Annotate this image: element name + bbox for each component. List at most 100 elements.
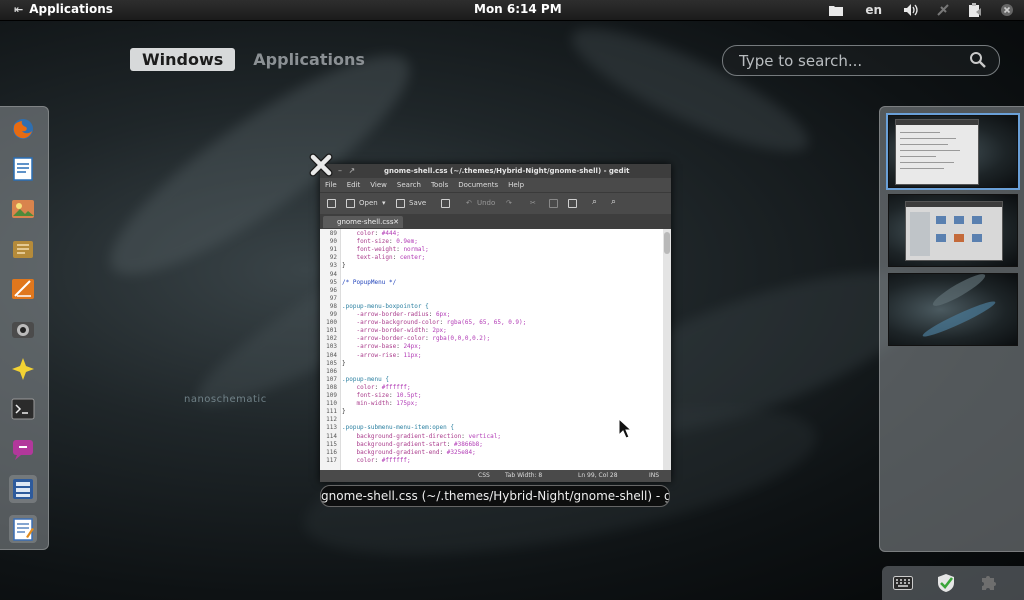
close-window-icon[interactable] bbox=[309, 153, 333, 177]
new-document-icon[interactable] bbox=[327, 199, 336, 208]
code-line: 106 bbox=[320, 368, 663, 376]
line-number: 93 bbox=[329, 262, 337, 270]
clock[interactable]: Mon 6:14 PM bbox=[474, 2, 562, 16]
line-number: 94 bbox=[329, 270, 337, 278]
network-disabled-icon[interactable] bbox=[934, 1, 952, 19]
menu-view[interactable]: View bbox=[370, 178, 387, 192]
dash-item-archive[interactable] bbox=[9, 235, 37, 263]
line-number: 104 bbox=[326, 351, 337, 359]
message-tray bbox=[882, 566, 1024, 600]
applications-menu-label: Applications bbox=[29, 2, 113, 16]
menu-search[interactable]: Search bbox=[397, 178, 421, 192]
window-caption: gnome-shell.css (~/.themes/Hybrid-Night/… bbox=[320, 485, 670, 507]
code-line: 90 font-size: 0.9em; bbox=[320, 238, 663, 246]
workspace-thumbnail-1[interactable] bbox=[886, 113, 1020, 190]
line-number: 95 bbox=[329, 278, 337, 286]
menu-tools[interactable]: Tools bbox=[431, 178, 448, 192]
menu-file[interactable]: File bbox=[325, 178, 337, 192]
document-tab[interactable]: gnome-shell.css ✕ bbox=[323, 216, 403, 228]
redo-icon[interactable]: ↷ bbox=[506, 199, 512, 207]
dash-item-camera[interactable] bbox=[9, 315, 37, 343]
code-text: background-gradient-start: #3866b8; bbox=[356, 440, 483, 448]
code-line: 117 color: #ffffff; bbox=[320, 457, 663, 465]
search-box[interactable] bbox=[722, 45, 1000, 76]
clipboard-icon[interactable] bbox=[966, 1, 984, 19]
thumb-line bbox=[900, 132, 940, 133]
dash-item-image-viewer[interactable] bbox=[9, 195, 37, 223]
paste-icon[interactable] bbox=[568, 199, 577, 208]
save-button[interactable]: Save bbox=[409, 199, 426, 207]
code-line: 111} bbox=[320, 408, 663, 416]
power-icon[interactable] bbox=[998, 1, 1016, 19]
mouse-pointer-icon bbox=[618, 418, 632, 439]
volume-icon[interactable] bbox=[902, 1, 920, 19]
code-line: 96 bbox=[320, 287, 663, 295]
close-tab-icon[interactable]: ✕ bbox=[393, 216, 399, 228]
line-number: 110 bbox=[326, 400, 337, 408]
copy-icon[interactable] bbox=[549, 199, 558, 208]
code-line: 104 -arrow-rise: 11px; bbox=[320, 352, 663, 360]
thumb-window-titlebar bbox=[906, 202, 1002, 207]
line-number: 117 bbox=[326, 456, 337, 464]
code-line: 102 -arrow-border-color: rgba(0,0,0,0.2)… bbox=[320, 335, 663, 343]
dash-item-file-manager[interactable] bbox=[9, 475, 37, 503]
line-number: 114 bbox=[326, 432, 337, 440]
workspace-switcher bbox=[879, 106, 1024, 552]
code-text: .popup-menu-boxpointor { bbox=[342, 302, 429, 310]
menu-edit[interactable]: Edit bbox=[347, 178, 361, 192]
thumb-line bbox=[900, 150, 960, 151]
menu-help[interactable]: Help bbox=[508, 178, 524, 192]
open-dropdown-icon[interactable]: ▾ bbox=[382, 199, 386, 207]
line-number: 89 bbox=[329, 230, 337, 237]
dash-item-star[interactable] bbox=[9, 355, 37, 383]
camera-icon bbox=[12, 322, 34, 338]
document-tabs: gnome-shell.css ✕ bbox=[320, 214, 671, 229]
tab-windows[interactable]: Windows bbox=[130, 48, 236, 71]
undo-button[interactable]: Undo bbox=[477, 199, 495, 207]
code-line: 100 -arrow-background-color: rgba(65, 65… bbox=[320, 319, 663, 327]
folder-icon[interactable] bbox=[827, 1, 845, 19]
system-tray: en bbox=[827, 1, 1016, 19]
dash bbox=[0, 106, 49, 550]
applications-menu-button[interactable]: ⇤ Applications bbox=[14, 2, 113, 16]
language-selector[interactable]: CSS bbox=[478, 472, 490, 479]
open-button[interactable]: Open bbox=[359, 199, 378, 207]
line-number: 103 bbox=[326, 343, 337, 351]
workspace-thumbnail-2[interactable] bbox=[888, 194, 1018, 267]
star-icon bbox=[12, 358, 34, 380]
line-number: 106 bbox=[326, 367, 337, 375]
menu-documents[interactable]: Documents bbox=[458, 178, 498, 192]
cut-icon[interactable]: ✂ bbox=[530, 199, 536, 207]
dash-item-terminal[interactable] bbox=[9, 395, 37, 423]
puzzle-icon[interactable] bbox=[978, 573, 1000, 593]
line-number: 98 bbox=[329, 302, 337, 310]
dash-item-text-editor[interactable] bbox=[9, 515, 37, 543]
code-line: 97 bbox=[320, 295, 663, 303]
dash-item-document[interactable] bbox=[9, 155, 37, 183]
presentation-icon bbox=[12, 279, 34, 299]
tab-applications[interactable]: Applications bbox=[241, 48, 377, 71]
dash-item-chat[interactable] bbox=[9, 435, 37, 463]
dash-item-presentation[interactable] bbox=[9, 275, 37, 303]
print-icon[interactable] bbox=[441, 199, 450, 208]
code-line: 93} bbox=[320, 262, 663, 270]
code-text: } bbox=[342, 359, 346, 367]
scrollbar-thumb[interactable] bbox=[664, 232, 670, 254]
code-editor[interactable]: 89 color: #444; 90 font-size: 0.9em; 91 fo… bbox=[320, 229, 663, 470]
code-line: 98 .popup-menu-boxpointor { bbox=[320, 303, 663, 311]
keyboard-layout-indicator[interactable]: en bbox=[859, 1, 888, 19]
vertical-scrollbar[interactable] bbox=[663, 229, 671, 470]
code-line: 105} bbox=[320, 360, 663, 368]
search-input[interactable] bbox=[737, 49, 961, 73]
tab-width-selector[interactable]: Tab Width: 8 bbox=[505, 472, 542, 479]
code-text: color: #444; bbox=[356, 230, 400, 237]
window-controls-icon: – ↗ bbox=[338, 166, 358, 175]
find-icon[interactable]: ⌕ bbox=[592, 197, 597, 207]
keyboard-icon[interactable] bbox=[892, 573, 914, 593]
find-replace-icon[interactable]: ⌕ bbox=[611, 197, 616, 207]
statusbar: CSS Tab Width: 8 Ln 99, Col 28 INS bbox=[320, 470, 671, 482]
update-shield-icon[interactable] bbox=[935, 573, 957, 593]
dash-item-firefox[interactable] bbox=[9, 115, 37, 143]
document-icon bbox=[13, 157, 33, 181]
workspace-thumbnail-3[interactable] bbox=[888, 273, 1018, 346]
